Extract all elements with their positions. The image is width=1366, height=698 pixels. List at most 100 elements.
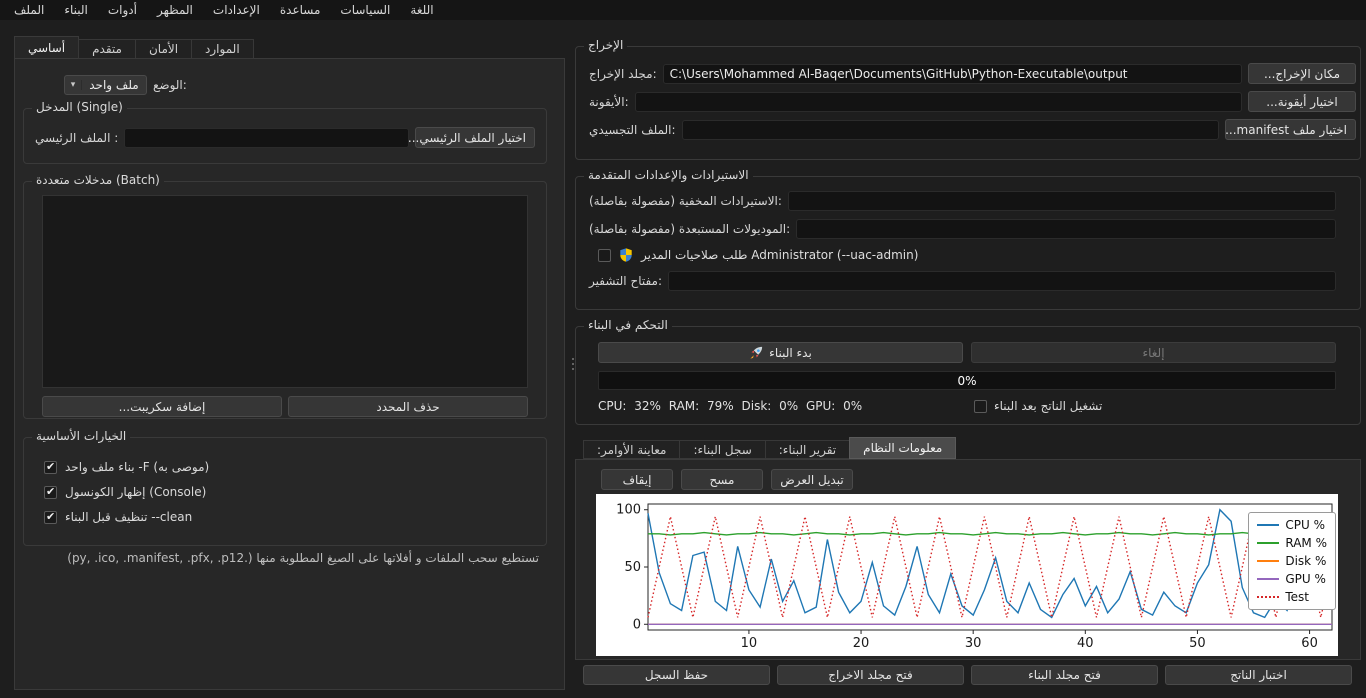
menu-bar: الملف البناء أدوات المظهر الإعدادات مساع… xyxy=(0,0,1366,20)
bottom-action-buttons: حفظ السجل فتح مجلد الاخراج فتح مجلد البن… xyxy=(583,665,1352,685)
menu-policies[interactable]: السياسات xyxy=(330,1,400,19)
resource-usage-stats: CPU: 32% RAM: 79% Disk: 0% GPU: 0% xyxy=(598,399,863,413)
uac-shield-icon xyxy=(619,247,633,263)
tab-security[interactable]: الأمان xyxy=(134,39,193,59)
legend-line-sample xyxy=(1257,542,1280,544)
menu-settings[interactable]: الإعدادات xyxy=(203,1,270,19)
svg-text:40: 40 xyxy=(1077,636,1094,651)
output-location-button[interactable]: مكان الإخراج... xyxy=(1248,63,1356,84)
batch-input-group: مدخلات متعددة (Batch) إضافة سكريبت... حذ… xyxy=(23,173,547,419)
console-option-row: إظهار الكونسول (Console) xyxy=(44,485,526,499)
legend-label: CPU % xyxy=(1285,518,1325,532)
console-checkbox-label: إظهار الكونسول (Console) xyxy=(65,485,207,499)
uac-admin-label: طلب صلاحيات المدير Administrator (--uac-… xyxy=(641,248,919,262)
single-input-group: المدخل (Single) الملف الرئيسي : اختيار ا… xyxy=(23,100,547,164)
run-after-build-checkbox[interactable] xyxy=(974,399,987,413)
mode-label: الوضع: xyxy=(153,78,187,92)
legend-item-ram: RAM % xyxy=(1257,536,1327,550)
svg-text:50: 50 xyxy=(624,560,641,575)
svg-text:10: 10 xyxy=(741,636,758,651)
basic-tab-pane: ▾ ملف واحد الوضع: المدخل (Single) الملف … xyxy=(14,58,565,690)
single-input-group-title: المدخل (Single) xyxy=(32,100,127,114)
svg-text:0: 0 xyxy=(633,617,641,632)
manifest-label: الملف التجسيدي: xyxy=(589,122,676,137)
test-output-button[interactable]: اختبار الناتج xyxy=(1165,665,1352,685)
choose-manifest-button[interactable]: اختيار ملف manifest... xyxy=(1225,119,1356,140)
tab-advanced[interactable]: متقدم xyxy=(78,39,136,59)
uac-admin-row: طلب صلاحيات المدير Administrator (--uac-… xyxy=(589,247,1336,263)
left-tab-bar: أساسي متقدم الأمان الموارد xyxy=(14,36,254,59)
save-log-button[interactable]: حفظ السجل xyxy=(583,665,770,685)
cancel-build-button[interactable]: إلغاء xyxy=(971,342,1336,363)
clear-monitor-button[interactable]: مسح xyxy=(681,469,763,490)
build-progress-bar: 0% xyxy=(598,371,1336,390)
icon-input[interactable] xyxy=(634,91,1242,112)
legend-line-sample xyxy=(1257,596,1280,598)
menu-file[interactable]: الملف xyxy=(4,1,54,19)
build-control-group: التحكم في البناء بدء البناء إلغاء 0% CPU… xyxy=(575,318,1361,425)
system-info-pane: إيقاف مسح تبديل العرض 0 50 100 10 20 30 40 50 60… xyxy=(575,459,1361,660)
tab-basic[interactable]: أساسي xyxy=(14,36,80,59)
svg-text:30: 30 xyxy=(965,636,982,651)
legend-label: GPU % xyxy=(1285,572,1326,586)
menu-tools[interactable]: أدوات xyxy=(98,1,147,19)
choose-icon-button[interactable]: اختيار أيقونة... xyxy=(1248,91,1356,112)
console-checkbox[interactable] xyxy=(44,485,57,499)
svg-text:50: 50 xyxy=(1189,636,1206,651)
onefile-checkbox[interactable] xyxy=(44,460,57,474)
remove-selected-button[interactable]: حذف المحدد xyxy=(288,396,528,417)
encryption-key-input[interactable] xyxy=(668,271,1336,291)
advanced-settings-group-title: الاستيرادات والإعدادات المتقدمة xyxy=(584,168,753,182)
tab-build-report[interactable]: تقرير البناء: xyxy=(764,440,851,459)
menu-build[interactable]: البناء xyxy=(54,1,98,19)
excluded-modules-label: الموديولات المستبعدة (مفصولة بفاصلة): xyxy=(589,222,791,236)
build-control-group-title: التحكم في البناء xyxy=(584,318,672,332)
basic-options-group-title: الخيارات الأساسية xyxy=(32,429,131,443)
uac-admin-checkbox[interactable] xyxy=(598,248,611,262)
chart-legend: CPU % RAM % Disk % GPU % Test xyxy=(1248,512,1336,610)
app-window: الملف البناء أدوات المظهر الإعدادات مساع… xyxy=(0,0,1366,698)
menu-language[interactable]: اللغة xyxy=(400,1,443,19)
mode-select-value: ملف واحد xyxy=(89,78,139,92)
legend-line-sample xyxy=(1257,578,1280,580)
tab-system-info[interactable]: معلومات النظام xyxy=(849,437,957,459)
clean-checkbox[interactable] xyxy=(44,510,57,524)
clean-checkbox-label: تنظيف قبل البناء --clean xyxy=(65,510,193,524)
icon-label: الأيقونة: xyxy=(589,94,629,109)
output-folder-label: مجلد الإخراج: xyxy=(589,66,657,81)
run-after-build-row: تشغيل الناتج بعد البناء xyxy=(974,399,1102,413)
tab-build-log[interactable]: سجل البناء: xyxy=(679,440,766,459)
start-build-button[interactable]: بدء البناء xyxy=(598,342,963,363)
legend-label: Disk % xyxy=(1285,554,1327,568)
toggle-view-button[interactable]: تبديل العرض xyxy=(771,469,853,490)
legend-item-cpu: CPU % xyxy=(1257,518,1327,532)
add-script-button[interactable]: إضافة سكريبت... xyxy=(42,396,282,417)
system-chart-svg: 0 50 100 10 20 30 40 50 60 xyxy=(616,503,1333,651)
tab-resources[interactable]: الموارد xyxy=(191,39,254,59)
main-file-input[interactable] xyxy=(124,127,409,148)
open-build-folder-button[interactable]: فتح مجلد البناء xyxy=(971,665,1158,685)
excluded-modules-input[interactable] xyxy=(796,219,1336,239)
rocket-icon xyxy=(750,346,763,359)
basic-options-group: الخيارات الأساسية بناء ملف واحد -F (موصى… xyxy=(23,429,547,546)
stop-monitor-button[interactable]: إيقاف xyxy=(601,469,673,490)
open-output-folder-button[interactable]: فتح مجلد الاخراج xyxy=(777,665,964,685)
output-folder-input[interactable] xyxy=(662,63,1242,84)
manifest-input[interactable] xyxy=(681,119,1219,140)
hidden-imports-input[interactable] xyxy=(787,191,1336,211)
batch-scripts-list[interactable] xyxy=(42,195,528,388)
legend-line-sample xyxy=(1257,560,1280,562)
run-after-build-label: تشغيل الناتج بعد البناء xyxy=(994,399,1103,413)
mode-select[interactable]: ▾ ملف واحد xyxy=(64,75,147,95)
tab-command-preview[interactable]: معاينة الأوامر: xyxy=(583,440,681,459)
hidden-imports-label: الاستيرادات المخفية (مفصولة بفاصلة): xyxy=(589,194,782,208)
menu-help[interactable]: مساعدة xyxy=(270,1,331,19)
onefile-checkbox-label: بناء ملف واحد -F (موصى به) xyxy=(65,460,210,474)
menu-appearance[interactable]: المظهر xyxy=(147,1,203,19)
svg-text:20: 20 xyxy=(853,636,870,651)
svg-text:100: 100 xyxy=(616,503,641,518)
choose-main-file-button[interactable]: اختيار الملف الرئيسي... xyxy=(408,127,535,148)
legend-item-gpu: GPU % xyxy=(1257,572,1327,586)
system-usage-chart: 0 50 100 10 20 30 40 50 60 CPU % RAM % Disk % GP… xyxy=(596,494,1338,656)
legend-item-test: Test xyxy=(1257,590,1327,604)
